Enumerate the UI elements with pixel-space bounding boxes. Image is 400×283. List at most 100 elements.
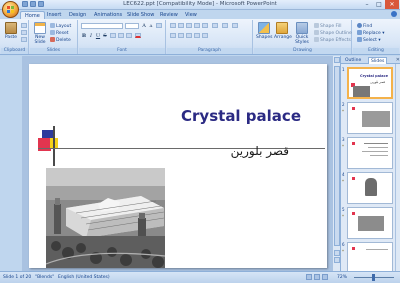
minimize-button[interactable]: – xyxy=(361,0,373,9)
tab-slides[interactable]: Slides xyxy=(368,57,388,64)
thumbnail-image xyxy=(347,137,393,169)
grow-font-button[interactable]: A xyxy=(141,23,147,29)
theme-name: "Blends" xyxy=(35,275,55,280)
zoom-slider-handle[interactable] xyxy=(372,274,375,281)
line-spacing-icon[interactable] xyxy=(202,23,208,28)
thumbnail-image xyxy=(347,102,393,134)
tab-slide-show[interactable]: Slide Show xyxy=(127,11,154,19)
font-size-select[interactable] xyxy=(125,23,139,29)
select-button[interactable]: Select ▾ xyxy=(357,37,381,43)
spacing-icon[interactable] xyxy=(118,33,124,38)
group-label-slides: Slides xyxy=(30,48,77,54)
text-direction-icon[interactable] xyxy=(212,23,218,28)
columns-icon[interactable] xyxy=(202,33,208,38)
tab-outline[interactable]: Outline xyxy=(343,57,363,64)
tab-design[interactable]: Design xyxy=(69,11,86,19)
group-slides: New Slide Layout Reset Delete Slides xyxy=(30,20,78,54)
format-painter-icon[interactable] xyxy=(21,37,27,42)
replace-button[interactable]: Replace ▾ xyxy=(357,30,385,36)
align-left-icon[interactable] xyxy=(170,33,176,38)
smartart-icon[interactable] xyxy=(232,23,238,28)
group-label-font: Font xyxy=(79,48,165,54)
slide[interactable]: Crystal palace قصر بلورين xyxy=(29,64,327,268)
shadow-icon[interactable] xyxy=(110,33,116,38)
copy-icon[interactable] xyxy=(21,30,27,35)
maximize-button[interactable]: □ xyxy=(373,0,385,9)
font-color-icon[interactable] xyxy=(135,33,141,38)
shrink-font-button[interactable]: A xyxy=(148,23,154,29)
language-indicator[interactable]: English (United States) xyxy=(58,275,110,280)
deco-vertical-line xyxy=(53,126,55,166)
slide-thumbnail[interactable]: 5 * xyxy=(341,206,395,240)
office-button[interactable] xyxy=(2,1,19,18)
pane-scrollbar[interactable] xyxy=(395,64,400,271)
crystal-palace-image xyxy=(46,168,165,268)
delete-button[interactable]: Delete xyxy=(50,37,71,43)
slide-thumbnail[interactable]: 1 Crystal palace قصر بلورين xyxy=(341,66,395,100)
layout-button[interactable]: Layout xyxy=(50,23,71,29)
shape-fill-icon xyxy=(314,23,319,28)
slide-thumbnail[interactable]: 4 * xyxy=(341,171,395,205)
tab-animations[interactable]: Animations xyxy=(94,11,122,19)
align-right-icon[interactable] xyxy=(186,33,192,38)
slide-thumbnail[interactable]: 6 * xyxy=(341,241,395,275)
reset-button[interactable]: Reset xyxy=(50,30,69,36)
align-center-icon[interactable] xyxy=(178,33,184,38)
layout-icon xyxy=(50,23,55,28)
slide-title[interactable]: Crystal palace xyxy=(181,107,301,125)
shape-outline-button[interactable]: Shape Outline xyxy=(314,30,352,36)
slide-sorter-icon[interactable] xyxy=(314,274,320,280)
zoom-level[interactable]: 72% xyxy=(337,275,347,280)
quick-styles-button[interactable]: Quick Styles xyxy=(293,22,311,45)
slide-counter: Slide 1 of 20 xyxy=(3,275,32,280)
align-text-icon[interactable] xyxy=(222,23,228,28)
shape-fill-button[interactable]: Shape Fill xyxy=(314,23,342,29)
shapes-button[interactable]: Shapes xyxy=(256,22,272,40)
group-label-drawing: Drawing xyxy=(254,48,351,54)
tab-review[interactable]: Review xyxy=(160,11,178,19)
justify-icon[interactable] xyxy=(194,33,200,38)
tab-insert[interactable]: Insert xyxy=(47,11,61,19)
bullets-icon[interactable] xyxy=(170,23,176,28)
pane-close-icon[interactable]: ✕ xyxy=(396,57,400,63)
slide-vertical-scrollbar[interactable] xyxy=(332,56,340,271)
ribbon-tabs: Home Insert Design Animations Slide Show… xyxy=(0,10,400,19)
slide-subtitle[interactable]: قصر بلورين xyxy=(231,144,289,158)
shape-effects-icon xyxy=(314,37,319,42)
font-name-select[interactable] xyxy=(81,23,123,29)
thumbnail-image xyxy=(347,172,393,204)
find-button[interactable]: Find xyxy=(357,23,372,29)
thumbnail-image xyxy=(347,242,393,274)
thumb-subtitle: قصر بلورين xyxy=(370,80,385,84)
slide-thumbnail[interactable]: 2 * xyxy=(341,101,395,135)
strikethrough-button[interactable]: S xyxy=(102,33,108,39)
normal-view-icon[interactable] xyxy=(306,274,312,280)
new-slide-button[interactable]: New Slide xyxy=(32,22,48,45)
tab-home[interactable]: Home xyxy=(20,11,45,19)
ribbon: Paste Clipboard New Slide Layout Reset D… xyxy=(0,19,400,55)
slide-show-icon[interactable] xyxy=(322,274,328,280)
shapes-icon xyxy=(258,22,270,34)
clear-formatting-icon[interactable] xyxy=(156,23,162,28)
paste-button[interactable]: Paste xyxy=(3,22,19,40)
arrange-button[interactable]: Arrange xyxy=(274,22,292,40)
italic-button[interactable]: I xyxy=(88,33,94,39)
close-button[interactable]: ✕ xyxy=(385,0,399,9)
thumb-photo xyxy=(353,86,370,97)
change-case-icon[interactable] xyxy=(126,33,132,38)
bold-button[interactable]: B xyxy=(81,33,87,39)
group-label-editing: Editing xyxy=(353,48,399,54)
shape-effects-button[interactable]: Shape Effects xyxy=(314,37,351,43)
status-bar: Slide 1 of 20 "Blends" English (United S… xyxy=(0,271,400,283)
increase-indent-icon[interactable] xyxy=(194,23,200,28)
decrease-indent-icon[interactable] xyxy=(186,23,192,28)
cut-icon[interactable] xyxy=(21,23,27,28)
tab-view[interactable]: View xyxy=(185,11,197,19)
group-paragraph: Paragraph xyxy=(167,20,253,54)
underline-button[interactable]: U xyxy=(95,33,101,39)
crystal-palace-photo[interactable] xyxy=(46,168,165,268)
zoom-slider[interactable] xyxy=(354,274,394,281)
numbering-icon[interactable] xyxy=(178,23,184,28)
slide-thumbnail[interactable]: 3 * xyxy=(341,136,395,170)
help-icon[interactable] xyxy=(391,11,397,17)
